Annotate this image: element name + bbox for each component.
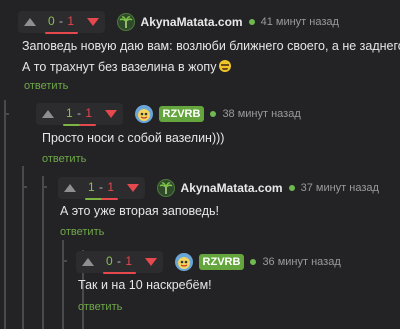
upvote-arrow-icon[interactable]: [64, 184, 76, 192]
downvote-arrow-icon[interactable]: [144, 258, 157, 266]
reply-link[interactable]: ответить: [78, 301, 122, 313]
online-indicator: [210, 111, 217, 117]
comment-line: Так и на 10 наскребём!: [78, 278, 212, 292]
score-separator: -: [73, 105, 86, 120]
upvote-arrow-icon[interactable]: [82, 258, 94, 266]
avatar[interactable]: [116, 13, 135, 31]
reply-link[interactable]: ответить: [42, 153, 86, 165]
palm-tree-icon: [119, 16, 133, 28]
thread-tick-level-2: [22, 186, 27, 188]
comment-score: 0 - 1: [103, 253, 136, 274]
comment-line: Просто носи с собой вазелин))): [42, 131, 225, 145]
thread-line-level-4[interactable]: [62, 240, 64, 329]
downvote-arrow-icon[interactable]: [104, 110, 117, 118]
reply-link[interactable]: ответить: [60, 226, 104, 238]
score-negative: 1: [125, 253, 133, 268]
thread-tick-level-3: [42, 186, 47, 188]
comment-score: 0 - 1: [45, 13, 78, 34]
score-separator: -: [55, 13, 68, 28]
score-negative: 1: [67, 13, 75, 28]
comment-header: 0 - 1 AkynaMatata.com 41 минут назад: [18, 11, 339, 34]
grimacing-face-emoji-icon: [219, 60, 232, 72]
online-indicator: [248, 19, 255, 25]
author-name[interactable]: AkynaMatata.com: [141, 15, 243, 29]
timestamp[interactable]: 36 минут назад: [262, 256, 340, 268]
thread-line-level-3[interactable]: [42, 176, 44, 329]
rating-bar: [85, 197, 118, 200]
thread-tick-level-1: [4, 113, 9, 115]
vote-widget: 0 - 1: [76, 251, 163, 274]
score-negative: 1: [107, 179, 115, 194]
comment-header: 1 - 1 AkynaMatata.com 37 минут назад: [58, 177, 379, 200]
timestamp[interactable]: 37 минут назад: [301, 182, 379, 194]
score-separator: -: [95, 179, 108, 194]
comment-line: Заповедь новую даю вам: возлюби ближнего…: [22, 39, 400, 53]
thread-line-level-1[interactable]: [4, 100, 6, 329]
score-separator: -: [113, 253, 126, 268]
downvote-arrow-icon[interactable]: [126, 184, 139, 192]
thread-tick-level-4: [62, 260, 67, 262]
upvote-arrow-icon[interactable]: [42, 110, 54, 118]
comment-line: А это уже вторая заповедь!: [60, 204, 220, 218]
creature-face-icon: [137, 109, 150, 121]
rating-bar: [45, 31, 78, 34]
comment-text: А это уже вторая заповедь!: [60, 201, 219, 222]
comment-text: Так и на 10 наскребём!: [78, 275, 212, 296]
reply-link[interactable]: ответить: [24, 80, 68, 92]
score-negative: 1: [85, 105, 93, 120]
comment-score: 1 - 1: [85, 179, 118, 200]
author-name[interactable]: AkynaMatata.com: [181, 181, 283, 195]
vote-widget: 1 - 1: [36, 103, 123, 126]
comment-score: 1 - 1: [63, 105, 96, 126]
avatar[interactable]: [156, 179, 175, 197]
palm-tree-icon: [159, 182, 173, 194]
rating-bar: [103, 271, 136, 274]
avatar[interactable]: [174, 253, 193, 271]
vote-widget: 0 - 1: [18, 11, 105, 34]
author-name[interactable]: RZVRB: [198, 254, 245, 270]
avatar[interactable]: [134, 105, 153, 123]
comment-header: 0 - 1 RZVRB 36 минут назад: [76, 251, 341, 274]
comment-line: А то трахнут без вазелина в жопу: [22, 57, 400, 78]
thread-line-level-2[interactable]: [22, 166, 24, 329]
timestamp[interactable]: 38 минут назад: [222, 108, 300, 120]
comment-header: 1 - 1 RZVRB 38 минут назад: [36, 103, 301, 126]
timestamp[interactable]: 41 минут назад: [261, 16, 339, 28]
comment-text: Заповедь новую даю вам: возлюби ближнего…: [22, 36, 400, 78]
upvote-arrow-icon[interactable]: [24, 18, 36, 26]
comment-text: Просто носи с собой вазелин))): [42, 128, 224, 149]
vote-widget: 1 - 1: [58, 177, 145, 200]
creature-face-icon: [177, 257, 190, 269]
online-indicator: [288, 185, 295, 191]
author-name[interactable]: RZVRB: [158, 106, 205, 122]
rating-bar: [63, 123, 96, 126]
online-indicator: [250, 259, 257, 265]
downvote-arrow-icon[interactable]: [86, 18, 99, 26]
